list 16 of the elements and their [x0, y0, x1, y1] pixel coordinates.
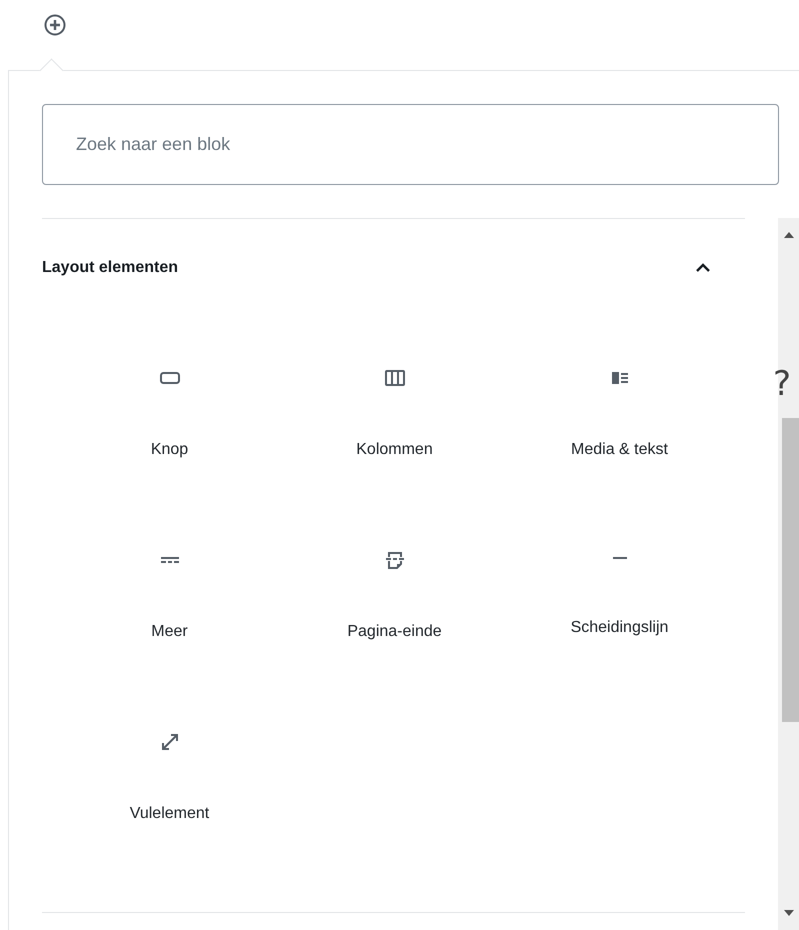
horizontal-line-icon: [612, 557, 626, 559]
block-item[interactable]: Knop: [57, 346, 282, 528]
block-item[interactable]: Media & tekst: [507, 346, 732, 528]
chevron-up-icon: [695, 263, 711, 273]
section-header[interactable]: Layout elementen: [42, 219, 745, 346]
search-field[interactable]: Zoek naar een blok: [42, 104, 779, 185]
scroll-up-icon[interactable]: [784, 232, 794, 238]
block-item[interactable]: Pagina-einde: [282, 528, 507, 710]
dashed-lines-icon: [160, 557, 178, 563]
scroll-down-icon[interactable]: [784, 910, 794, 916]
block-item[interactable]: Vulelement: [57, 710, 282, 892]
add-block-button[interactable]: [42, 12, 68, 38]
block-item[interactable]: Scheidingslijn: [507, 528, 732, 710]
block-item[interactable]: Meer: [57, 528, 282, 710]
question-mark: ?: [773, 364, 792, 404]
block-item[interactable]: Kolommen: [282, 346, 507, 528]
